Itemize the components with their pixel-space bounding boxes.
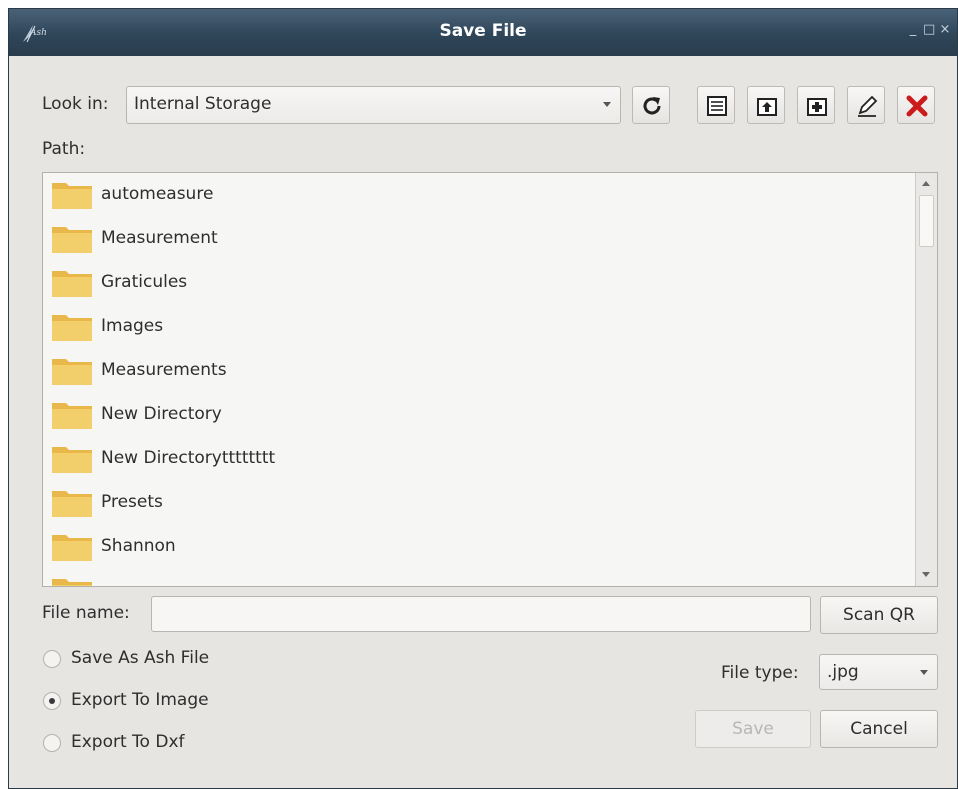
list-item[interactable]: Graticules [43,261,915,305]
file-type-label: File type: [721,663,799,683]
look-in-label: Look in: [42,94,109,114]
parent-directory-icon [757,98,777,116]
refresh-icon [643,97,661,115]
delete-icon [906,95,928,117]
parent-directory-button[interactable] [747,86,785,124]
save-as-ash-radio[interactable] [43,650,61,668]
list-item[interactable]: automeasure [43,173,915,217]
detail-view-button[interactable] [697,86,735,124]
folder-icon [52,271,92,297]
file-type-value: .jpg [827,662,859,682]
vertical-scrollbar[interactable] [915,173,937,586]
file-name-input[interactable] [151,596,811,632]
folder-icon [52,315,92,341]
file-name: Graticules [101,272,188,292]
minimize-icon[interactable]: _ [907,23,919,37]
folder-icon [52,227,92,253]
export-to-dxf-label: Export To Dxf [71,732,185,752]
file-name: Presets [101,492,163,512]
rename-icon [858,95,878,117]
file-list[interactable]: automeasure Measurement Graticules Image… [42,172,938,587]
list-item[interactable]: Images [43,305,915,349]
file-name: Measurement [101,228,218,248]
scan-qr-button[interactable]: Scan QR [820,596,938,634]
save-button[interactable]: Save [695,710,811,748]
file-name: New Directory [101,404,222,424]
scroll-up-icon[interactable] [922,181,930,186]
window-controls: _ □ × [907,23,951,37]
chevron-down-icon [603,102,611,107]
folder-icon [52,403,92,429]
list-item[interactable]: Shannon [43,525,915,569]
export-to-image-label: Export To Image [71,690,209,710]
close-icon[interactable]: × [939,23,951,37]
file-name-label: File name: [42,603,130,623]
folder-icon [52,183,92,209]
list-item[interactable] [43,569,915,586]
export-to-dxf-radio[interactable] [43,734,61,752]
file-name: automeasure [101,184,214,204]
list-item[interactable]: Measurement [43,217,915,261]
list-item[interactable]: Measurements [43,349,915,393]
folder-icon [52,535,92,561]
folder-icon [52,359,92,385]
list-item[interactable]: New Directory [43,393,915,437]
title-bar[interactable]: Ash Save File _ □ × [9,9,957,56]
look-in-dropdown[interactable]: Internal Storage [126,86,621,124]
window-title: Save File [439,21,527,41]
look-in-value: Internal Storage [134,94,272,114]
save-file-dialog: Ash Save File _ □ × Look in: Internal St… [8,8,958,789]
folder-icon [52,579,92,586]
export-to-image-radio[interactable] [43,692,61,710]
scroll-down-icon[interactable] [922,572,930,577]
folder-icon [52,491,92,517]
save-as-ash-label: Save As Ash File [71,648,210,668]
new-folder-button[interactable] [797,86,835,124]
detail-view-icon [707,96,727,116]
file-name: Shannon [101,536,176,556]
rename-button[interactable] [847,86,885,124]
list-item[interactable]: Presets [43,481,915,525]
refresh-button[interactable] [632,86,670,124]
folder-icon [52,447,92,473]
file-type-dropdown[interactable]: .jpg [819,654,938,690]
file-name: Measurements [101,360,227,380]
cancel-button[interactable]: Cancel [820,710,938,748]
file-name: New Directorytttttttt [101,448,276,468]
new-folder-icon [807,98,827,116]
scrollbar-thumb[interactable] [919,195,934,247]
maximize-icon[interactable]: □ [923,23,935,37]
list-item[interactable]: New Directorytttttttt [43,437,915,481]
path-label: Path: [42,139,86,159]
file-name: Images [101,316,164,336]
chevron-down-icon [920,670,928,675]
delete-button[interactable] [897,86,935,124]
